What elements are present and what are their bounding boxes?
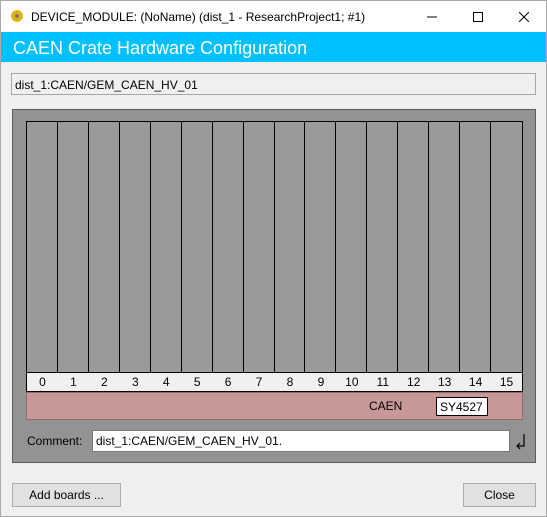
banner-title: CAEN Crate Hardware Configuration — [13, 38, 308, 58]
minimize-button[interactable] — [409, 1, 455, 32]
enter-return-icon[interactable] — [515, 433, 527, 451]
slot-number: 1 — [70, 375, 77, 389]
slot-number: 7 — [255, 375, 263, 389]
slot-number: 5 — [193, 375, 201, 389]
crate-slots — [26, 121, 523, 380]
slot-number: 3 — [131, 375, 139, 389]
crate-info-bar: CAEN SY4527 — [26, 392, 523, 420]
add-boards-button[interactable]: Add boards ... — [12, 483, 121, 507]
device-path-text: dist_1:CAEN/GEM_CAEN_HV_01 — [15, 78, 198, 92]
crate-brand-label: CAEN — [369, 399, 403, 413]
header-banner: CAEN Crate Hardware Configuration — [1, 32, 546, 62]
crate-slot[interactable] — [429, 122, 461, 379]
minimize-icon — [427, 16, 437, 17]
slot-number: 10 — [345, 375, 359, 389]
crate-slot[interactable] — [182, 122, 213, 379]
crate-slot[interactable] — [120, 122, 151, 379]
device-module-window: DEVICE_MODULE: (NoName) (dist_1 - Resear… — [0, 0, 547, 517]
crate-slot[interactable] — [89, 122, 120, 379]
crate-slot[interactable] — [367, 122, 399, 379]
crate-slot[interactable] — [398, 122, 430, 379]
maximize-button[interactable] — [455, 1, 501, 32]
window-title: DEVICE_MODULE: (NoName) (dist_1 - Resear… — [31, 10, 366, 24]
slot-number: 14 — [468, 375, 483, 389]
slot-number: 11 — [376, 375, 390, 389]
crate-slot[interactable] — [336, 122, 368, 379]
maximize-icon — [473, 11, 483, 22]
slot-number: 8 — [286, 375, 294, 389]
comment-label: Comment: — [27, 434, 83, 448]
slot-number-row: 0 1 2 3 4 5 6 7 8 9 10 11 12 13 14 15 — [26, 372, 523, 392]
slot-number: 13 — [437, 375, 452, 389]
crate-slot[interactable] — [151, 122, 182, 379]
slot-number: 12 — [407, 375, 421, 389]
crate-slot[interactable] — [27, 122, 58, 379]
close-window-button[interactable] — [501, 1, 547, 32]
slot-number: 2 — [101, 375, 108, 389]
device-path-field: dist_1:CAEN/GEM_CAEN_HV_01 — [11, 73, 536, 95]
crate-slot[interactable] — [460, 122, 492, 379]
slot-number: 4 — [162, 375, 170, 389]
crate-slot[interactable] — [244, 122, 275, 379]
app-gear-icon — [11, 10, 23, 22]
slot-number: 9 — [317, 375, 325, 389]
crate-slot[interactable] — [213, 122, 244, 379]
crate-slot[interactable] — [491, 122, 522, 379]
slot-number: 0 — [39, 375, 46, 389]
close-icon — [519, 11, 529, 22]
crate-slot[interactable] — [275, 122, 306, 379]
slot-number: 15 — [499, 375, 514, 389]
crate-slot[interactable] — [58, 122, 89, 379]
crate-slot[interactable] — [305, 122, 337, 379]
title-bar[interactable]: DEVICE_MODULE: (NoName) (dist_1 - Resear… — [1, 1, 546, 32]
crate-panel: 0 1 2 3 4 5 6 7 8 9 10 11 12 13 14 15 CAEN SY4527 Comme… — [12, 109, 536, 463]
comment-input[interactable]: dist_1:CAEN/GEM_CAEN_HV_01. — [92, 430, 510, 452]
crate-model-field[interactable]: SY4527 — [436, 397, 488, 416]
slot-number: 6 — [224, 375, 232, 389]
close-button[interactable]: Close — [463, 483, 536, 507]
